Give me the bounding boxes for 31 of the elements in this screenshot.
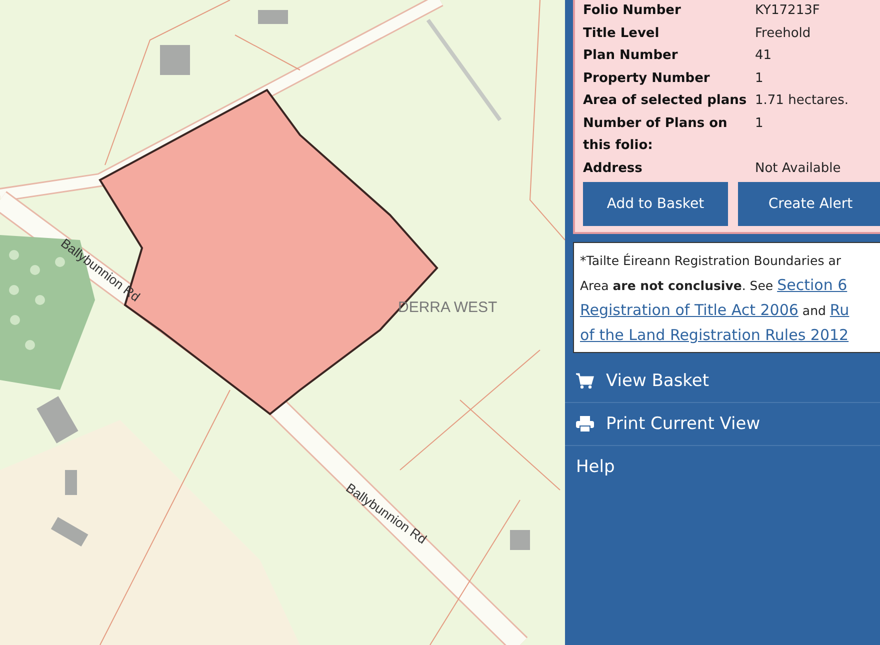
field-value: 1 [755, 114, 764, 132]
field-label: Number of Plans on this folio: [583, 114, 728, 155]
field-label: Property Number [583, 70, 711, 88]
action-button[interactable]: Add to Basket [583, 182, 728, 226]
regulation-link[interactable]: Registration of Title Act 2006 [580, 301, 798, 319]
place-label: DERRA WEST [398, 299, 498, 316]
field-value: 1.71 hectares. [755, 92, 850, 110]
field-value: Not Available [755, 160, 842, 178]
field-value: KY17213F [755, 2, 821, 20]
regulation-link[interactable]: of the Land Registration Rules 2012 [580, 326, 849, 344]
field-label: Title Level [583, 24, 660, 42]
field-value: 1 [755, 70, 764, 88]
field-label: Plan Number [583, 47, 679, 65]
building [65, 470, 77, 495]
notice-text: *Tailte Éireann Registration Boundaries ar Area are not conclusive. See Section 6 Registration of Title Act 2006 and Ru of the Land Registration Rules 2012 [580, 252, 850, 346]
building [258, 10, 288, 24]
field-label: Address [583, 160, 644, 178]
menu-item[interactable]: Print Current View [565, 402, 880, 445]
menu-item[interactable]: Help [565, 445, 880, 488]
field-label: Area of selected plans [583, 92, 748, 110]
cart-icon [576, 373, 594, 389]
building [160, 45, 190, 75]
building [510, 530, 530, 550]
regulation-link[interactable]: Section 6 [777, 276, 848, 294]
printer-icon [576, 416, 594, 432]
action-button[interactable]: Create Alert [738, 182, 880, 226]
regulation-link[interactable]: Ru [830, 301, 850, 319]
field-value: Freehold [755, 24, 812, 42]
field-label: Folio Number [583, 2, 682, 20]
menu-item[interactable]: View Basket [565, 360, 880, 402]
field-value: 41 [755, 47, 773, 65]
